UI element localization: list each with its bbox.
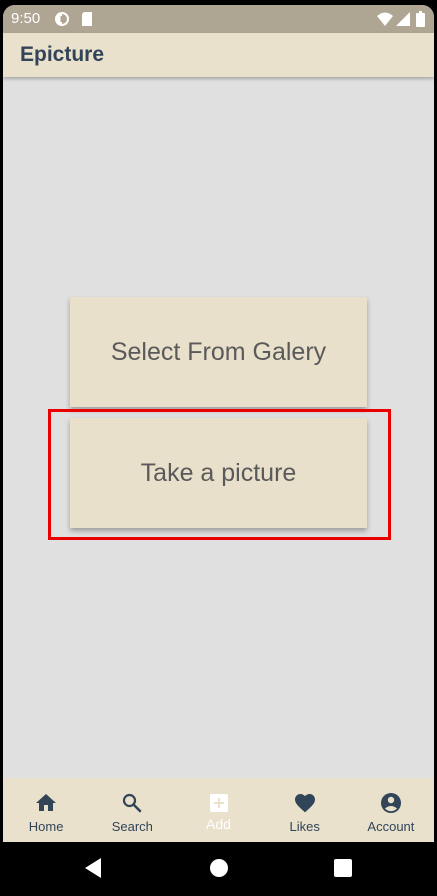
search-icon	[123, 793, 142, 813]
sim-card-icon	[80, 11, 94, 32]
nav-item-add[interactable]: Add	[175, 778, 261, 842]
app-title: Epicture	[20, 43, 105, 66]
home-circle-icon[interactable]	[209, 858, 229, 883]
nav-label-home: Home	[28, 819, 64, 834]
data-saver-icon	[54, 11, 70, 32]
app-bar: Epicture	[3, 33, 434, 77]
select-from-gallery-label: Select From Galery	[110, 337, 327, 366]
heart-icon	[294, 794, 315, 813]
select-from-gallery-button[interactable]: Select From Galery	[70, 297, 367, 407]
status-bar: 9:50	[3, 5, 434, 33]
status-time: 9:50	[11, 10, 41, 27]
nav-item-search[interactable]: Search	[89, 778, 175, 842]
wifi-icon	[377, 12, 393, 31]
bottom-nav: Home Search Add Likes Account	[3, 778, 434, 842]
home-icon	[36, 794, 57, 811]
add-box-icon	[209, 794, 228, 812]
nav-label-search: Search	[111, 819, 153, 834]
nav-item-account[interactable]: Account	[348, 778, 434, 842]
take-picture-button[interactable]: Take a picture	[70, 418, 367, 528]
back-icon[interactable]	[84, 857, 102, 884]
nav-label-likes: Likes	[289, 819, 320, 834]
nav-item-home[interactable]: Home	[3, 778, 89, 842]
signal-icon	[396, 12, 410, 31]
take-picture-label: Take a picture	[140, 458, 297, 487]
nav-label-account: Account	[367, 819, 415, 834]
nav-item-likes[interactable]: Likes	[262, 778, 348, 842]
battery-icon	[416, 11, 425, 32]
system-nav-bar	[0, 842, 437, 896]
nav-label-add: Add	[206, 816, 231, 832]
recents-icon[interactable]	[334, 859, 352, 882]
account-circle-icon	[380, 793, 401, 813]
app-screen: 9:50 Epicture Select From Galery Take a …	[3, 5, 434, 842]
